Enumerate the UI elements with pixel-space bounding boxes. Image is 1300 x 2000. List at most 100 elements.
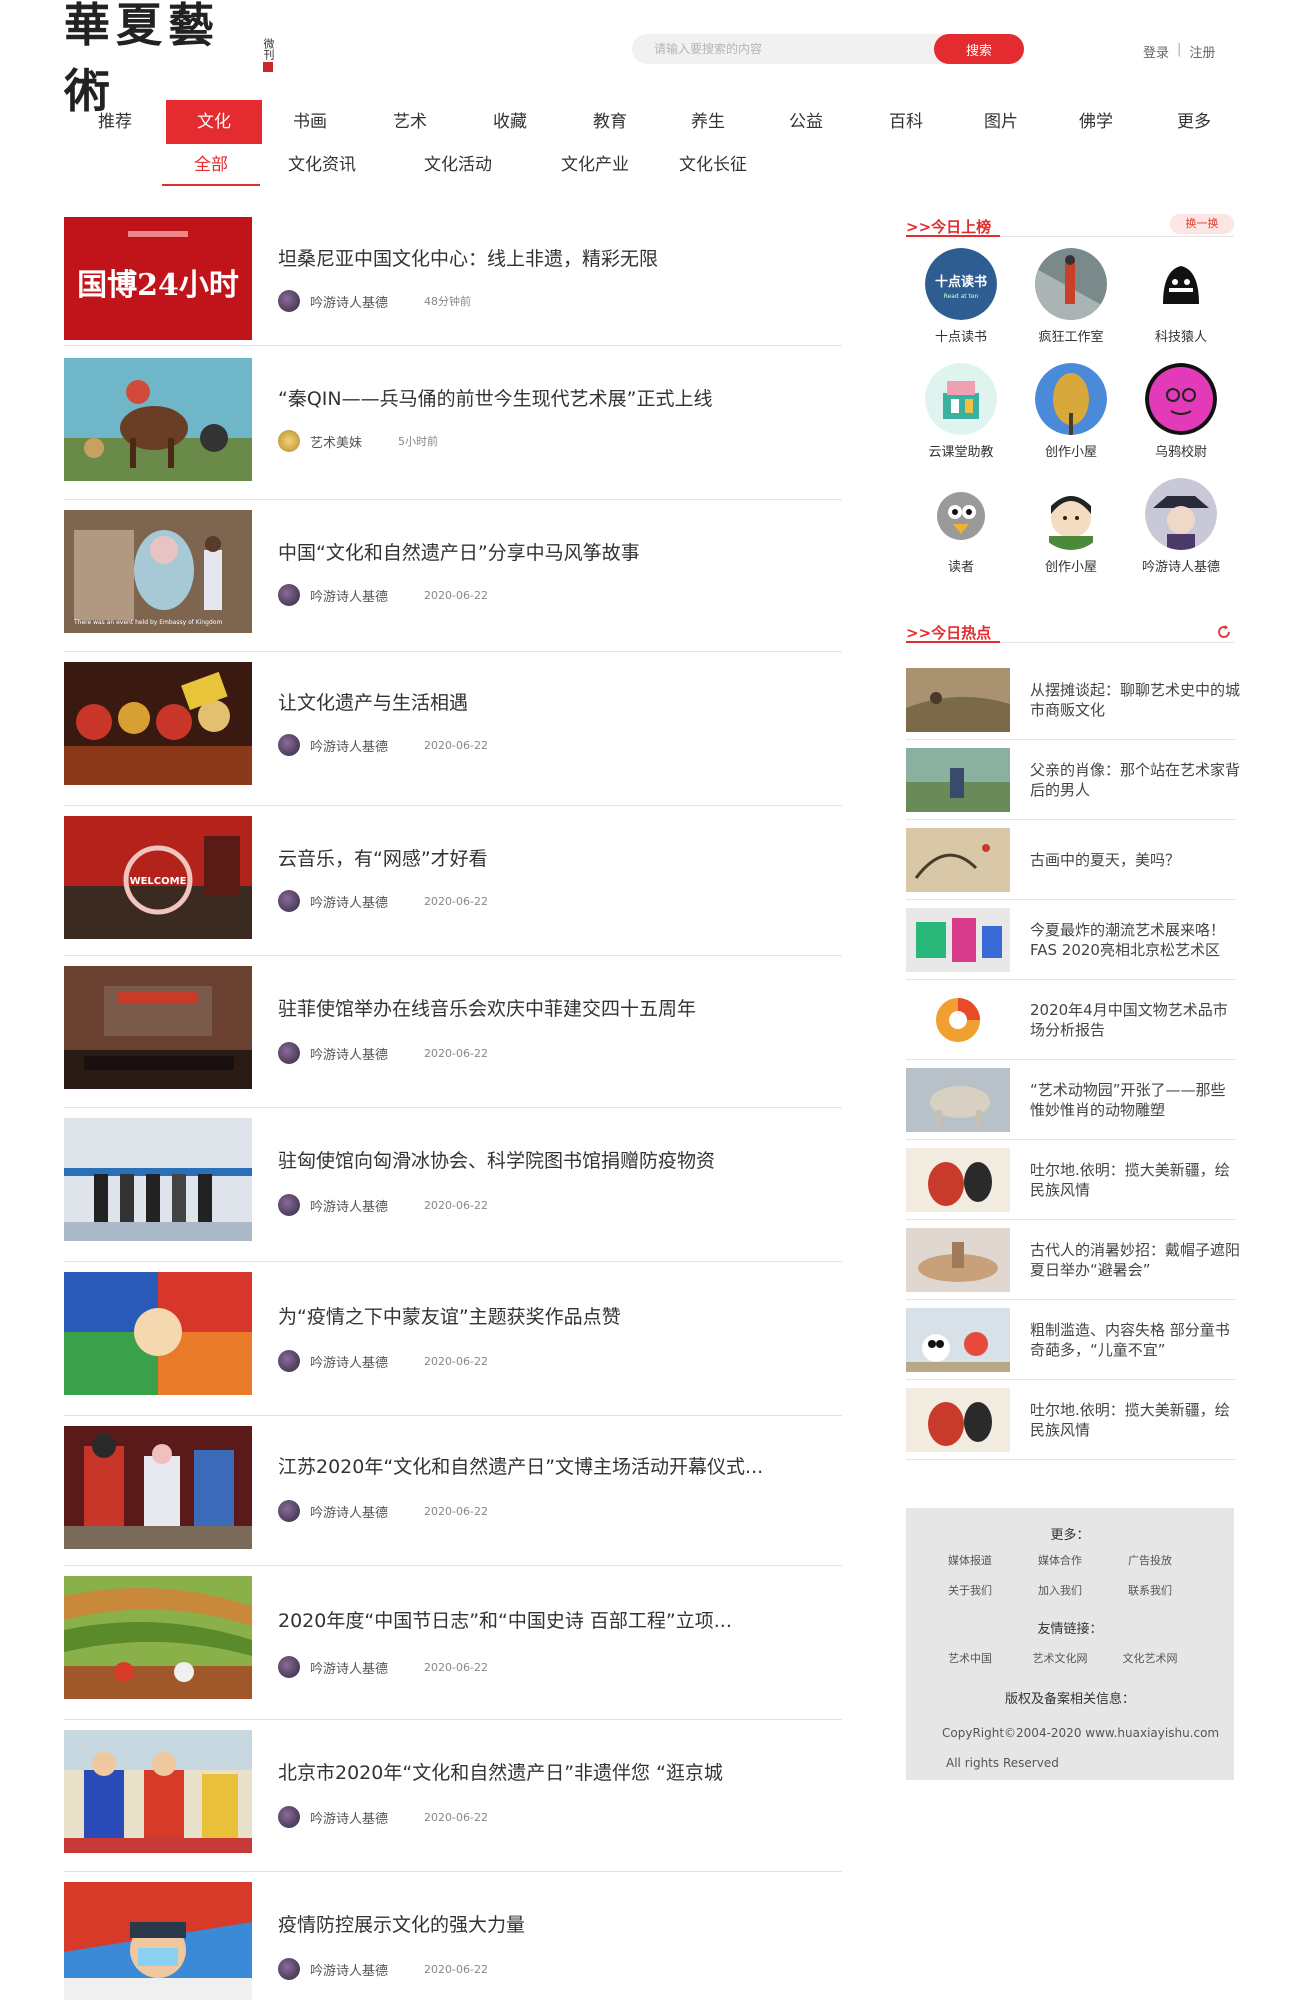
nav-item-buddhism[interactable]: 佛学	[1048, 100, 1144, 144]
author-avatar[interactable]	[1035, 248, 1107, 320]
hot-item[interactable]: 吐尔地.依明：揽大美新疆，绘民族风情	[906, 1380, 1236, 1460]
author-avatar[interactable]	[1145, 363, 1217, 435]
article-item[interactable]: 疫情防控展示文化的强大力量 吟游诗人基德 2020-06-22	[64, 1880, 842, 2000]
swap-button[interactable]: 换一换	[1170, 214, 1234, 234]
hot-title[interactable]: 古画中的夏天，美吗？	[1030, 820, 1240, 900]
author-name[interactable]: 创作小屋	[1045, 556, 1097, 575]
friend-link[interactable]: 艺术文化网	[1015, 1650, 1105, 1666]
article-title[interactable]: 疫情防控展示文化的强大力量	[278, 1910, 525, 1937]
hot-title[interactable]: 父亲的肖像：那个站在艺术家背后的男人	[1030, 740, 1240, 820]
hot-thumbnail[interactable]	[906, 1068, 1010, 1132]
author-avatar[interactable]	[278, 430, 300, 452]
author-avatar[interactable]	[278, 1042, 300, 1064]
author-avatar[interactable]	[1145, 478, 1217, 550]
login-link[interactable]: 登录	[1143, 42, 1169, 61]
subnav-all[interactable]: 全部	[162, 150, 260, 186]
author-name[interactable]: 吟游诗人基德	[310, 292, 388, 311]
author-name[interactable]: 吟游诗人基德	[310, 892, 388, 911]
ranked-author[interactable]: 创作小屋	[1016, 478, 1126, 575]
article-item[interactable]: 驻菲使馆举办在线音乐会欢庆中菲建交四十五周年 吟游诗人基德 2020-06-22	[64, 964, 842, 1108]
author-avatar[interactable]	[925, 363, 997, 435]
nav-item-health[interactable]: 养生	[662, 100, 754, 144]
hot-thumbnail[interactable]	[906, 1308, 1010, 1372]
author-avatar[interactable]	[278, 584, 300, 606]
article-thumbnail[interactable]	[64, 966, 252, 1089]
article-title[interactable]: 中国“文化和自然遗产日”分享中马风筝故事	[278, 538, 640, 565]
article-thumbnail[interactable]	[64, 1118, 252, 1241]
subnav-industry[interactable]: 文化产业	[532, 150, 658, 186]
article-thumbnail[interactable]	[64, 1730, 252, 1853]
author-avatar[interactable]	[1145, 248, 1217, 320]
ranked-author[interactable]: 吟游诗人基德	[1126, 478, 1236, 575]
article-item[interactable]: 国博24小时 坦桑尼亚中国文化中心：线上非遗，精彩无限 吟游诗人基德 48分钟前	[64, 214, 842, 346]
author-avatar[interactable]	[278, 1656, 300, 1678]
article-item[interactable]: 北京市2020年“文化和自然遗产日”非遗伴您 “逛京城 吟游诗人基德 2020-…	[64, 1728, 842, 1872]
nav-item-art[interactable]: 艺术	[358, 100, 462, 144]
register-link[interactable]: 注册	[1189, 42, 1215, 61]
author-name[interactable]: 吟游诗人基德	[310, 1352, 388, 1371]
article-thumbnail[interactable]: 国博24小时	[64, 217, 252, 340]
hot-thumbnail[interactable]	[906, 1228, 1010, 1292]
author-name[interactable]: 读者	[948, 556, 974, 575]
about-us-link[interactable]: 关于我们	[925, 1582, 1015, 1598]
nav-item-encyclopedia[interactable]: 百科	[858, 100, 954, 144]
article-title[interactable]: 江苏2020年“文化和自然遗产日”文博主场活动开幕仪式...	[278, 1452, 763, 1479]
author-name[interactable]: 吟游诗人基德	[310, 736, 388, 755]
hot-title[interactable]: 今夏最炸的潮流艺术展来咯！FAS 2020亮相北京松艺术区	[1030, 900, 1240, 980]
article-title[interactable]: 驻菲使馆举办在线音乐会欢庆中菲建交四十五周年	[278, 994, 696, 1021]
hot-title[interactable]: 从摆摊谈起：聊聊艺术史中的城市商贩文化	[1030, 660, 1240, 740]
article-item[interactable]: 为“疫情之下中蒙友谊”主题获奖作品点赞 吟游诗人基德 2020-06-22	[64, 1270, 842, 1416]
author-avatar[interactable]	[278, 1350, 300, 1372]
article-title[interactable]: 让文化遗产与生活相遇	[278, 688, 468, 715]
hot-title[interactable]: 吐尔地.依明：揽大美新疆，绘民族风情	[1030, 1140, 1240, 1220]
author-name[interactable]: 乌鸦校尉	[1155, 441, 1207, 460]
nav-item-culture[interactable]: 文化	[166, 100, 262, 144]
nav-item-collection[interactable]: 收藏	[462, 100, 558, 144]
article-thumbnail[interactable]	[64, 1576, 252, 1699]
ranked-author[interactable]: 读者	[906, 478, 1016, 575]
media-cooperation-link[interactable]: 媒体合作	[1015, 1552, 1105, 1568]
author-name[interactable]: 吟游诗人基德	[310, 1044, 388, 1063]
hot-thumbnail[interactable]	[906, 748, 1010, 812]
author-name[interactable]: 吟游诗人基德	[310, 1960, 388, 1979]
hot-thumbnail[interactable]	[906, 908, 1010, 972]
hot-title[interactable]: 古代人的消暑妙招：戴帽子遮阳 夏日举办“避暑会”	[1030, 1220, 1240, 1300]
author-avatar[interactable]	[278, 1806, 300, 1828]
friend-link[interactable]: 文化艺术网	[1105, 1650, 1195, 1666]
hot-title[interactable]: 吐尔地.依明：揽大美新疆，绘民族风情	[1030, 1380, 1240, 1460]
author-name[interactable]: 吟游诗人基德	[310, 1196, 388, 1215]
hot-title[interactable]: “艺术动物园”开张了——那些惟妙惟肖的动物雕塑	[1030, 1060, 1240, 1140]
hot-item[interactable]: 从摆摊谈起：聊聊艺术史中的城市商贩文化	[906, 660, 1240, 740]
author-name[interactable]: 创作小屋	[1045, 441, 1097, 460]
nav-item-recommend[interactable]: 推荐	[64, 100, 166, 144]
article-thumbnail[interactable]	[64, 358, 252, 481]
nav-item-pictures[interactable]: 图片	[954, 100, 1048, 144]
author-name[interactable]: 吟游诗人基德	[1142, 556, 1220, 575]
author-avatar[interactable]	[278, 290, 300, 312]
nav-item-education[interactable]: 教育	[558, 100, 662, 144]
join-us-link[interactable]: 加入我们	[1015, 1582, 1105, 1598]
subnav-long-march[interactable]: 文化长征	[658, 150, 768, 186]
article-thumbnail[interactable]	[64, 662, 252, 785]
ranked-author[interactable]: 创作小屋	[1016, 363, 1126, 460]
article-thumbnail[interactable]	[64, 1272, 252, 1395]
hot-thumbnail[interactable]	[906, 1388, 1010, 1452]
search-input[interactable]	[632, 34, 944, 64]
author-name[interactable]: 云课堂助教	[928, 441, 993, 460]
article-title[interactable]: “秦QIN——兵马俑的前世今生现代艺术展”正式上线	[278, 384, 712, 411]
nav-item-charity[interactable]: 公益	[754, 100, 858, 144]
hot-thumbnail[interactable]	[906, 1148, 1010, 1212]
author-name[interactable]: 吟游诗人基德	[310, 1808, 388, 1827]
subnav-events[interactable]: 文化活动	[384, 150, 532, 186]
hot-title[interactable]: 粗制滥造、内容失格 部分童书奇葩多，“儿童不宜”	[1030, 1300, 1240, 1380]
author-name[interactable]: 科技猿人	[1155, 326, 1207, 345]
hot-item[interactable]: 今夏最炸的潮流艺术展来咯！FAS 2020亮相北京松艺术区	[906, 900, 1236, 980]
hot-title[interactable]: 2020年4月中国文物艺术品市场分析报告	[1030, 980, 1240, 1060]
site-logo[interactable]: 華夏藝術 微刊	[64, 0, 284, 118]
ranked-author[interactable]: 科技猿人	[1126, 248, 1236, 345]
author-name[interactable]: 十点读书	[935, 326, 987, 345]
hot-item[interactable]: 吐尔地.依明：揽大美新疆，绘民族风情	[906, 1140, 1236, 1220]
author-avatar[interactable]	[1035, 363, 1107, 435]
article-item[interactable]: WELCOME 云音乐，有“网感”才好看 吟游诗人基德 2020-06-22	[64, 814, 842, 956]
friend-link[interactable]: 艺术中国	[925, 1650, 1015, 1666]
